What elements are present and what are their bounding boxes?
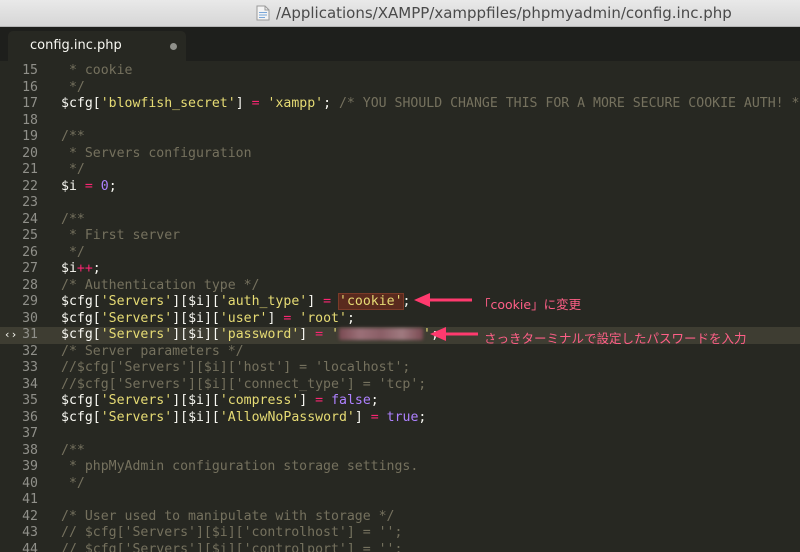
arrow-password-icon <box>430 327 478 341</box>
annotation-arrows <box>414 293 478 341</box>
arrow-cookie-icon <box>414 293 472 307</box>
